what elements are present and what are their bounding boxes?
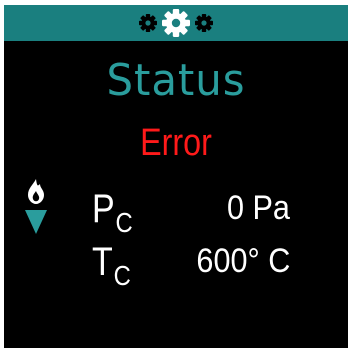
temperature-label: TC — [92, 240, 131, 291]
header-bar — [4, 5, 348, 41]
device-screen: Status Error PC 0 Pa TC 600° C — [4, 5, 348, 348]
temperature-subscript: C — [113, 260, 131, 291]
burner-indicator — [22, 177, 50, 241]
temperature-symbol: T — [92, 240, 113, 284]
pressure-value: 0 Pa — [227, 189, 290, 227]
pressure-symbol: P — [92, 187, 115, 231]
status-message: Error — [140, 122, 212, 164]
small-gear-icon[interactable] — [139, 14, 157, 32]
pressure-label: PC — [92, 187, 133, 238]
flame-icon — [28, 179, 44, 204]
down-triangle-icon — [25, 210, 47, 234]
page-title: Status — [106, 55, 246, 106]
temperature-value: 600° C — [196, 242, 290, 280]
pressure-subscript: C — [115, 207, 133, 238]
large-gear-icon[interactable] — [162, 9, 190, 37]
header-icons — [139, 9, 213, 37]
small-gear-icon[interactable] — [195, 14, 213, 32]
